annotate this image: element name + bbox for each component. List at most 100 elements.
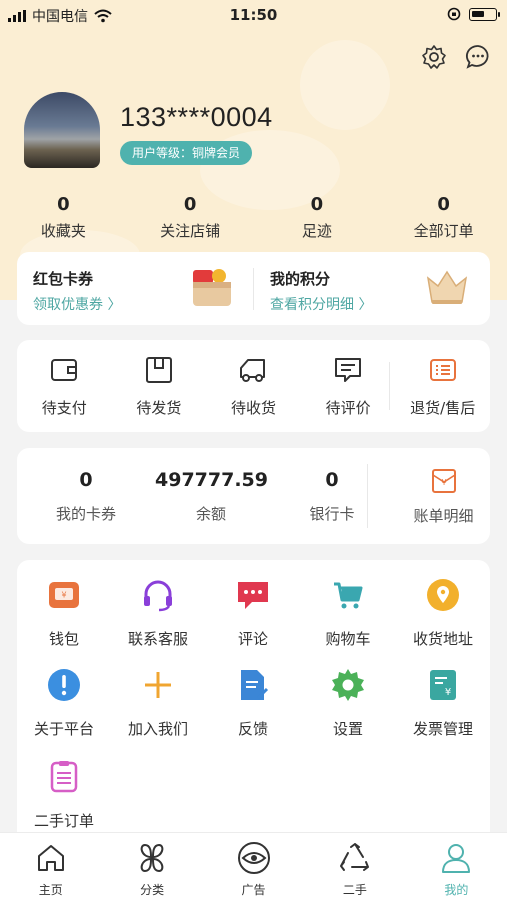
service-label: 二手订单 [33, 812, 94, 830]
bottom-tab-bar: 主页 分类 广告 二手 我的 [0, 832, 507, 900]
service-label: 评论 [237, 630, 268, 648]
home-icon [37, 845, 64, 871]
service-about[interactable]: 关于平台 [17, 668, 111, 739]
services-card: ¥ 钱包 联系客服 评论 购物车 收货地址 关于平台 加入我们 反馈 设置 ¥ … [17, 560, 490, 850]
stats-row: 0 收藏夹 0 关注店铺 0 足迹 0 全部订单 [0, 194, 507, 241]
promo-card: 红包卡券 领取优惠券 〉 我的积分 查看积分明细 〉 [17, 252, 490, 325]
purse-icon: ¥ [49, 582, 79, 608]
tab-label: 分类 [140, 883, 165, 897]
package-icon [145, 356, 172, 383]
stat-value: 0 [57, 194, 70, 215]
message-icon[interactable] [465, 44, 491, 70]
stat-label: 关注店铺 [160, 222, 221, 240]
orientation-lock-icon [447, 7, 461, 21]
battery-icon [469, 7, 500, 21]
wallet-icon [51, 358, 78, 381]
user-phone: 133****0004 [120, 102, 273, 132]
service-label: 联系客服 [127, 630, 188, 648]
bank-cards[interactable]: 0 银行卡 [267, 469, 397, 524]
service-label: 关于平台 [33, 720, 94, 738]
profile-icon [442, 844, 471, 873]
balance[interactable]: 497777.59 余额 [155, 469, 268, 524]
plus-icon [145, 672, 171, 698]
location-icon [427, 579, 459, 611]
tab-home[interactable]: 主页 [0, 833, 101, 900]
bill-label: 账单明细 [413, 506, 474, 525]
stat-label: 全部订单 [413, 222, 474, 240]
red-envelope-icon [193, 269, 231, 306]
bill-icon: ¥ [431, 468, 456, 493]
cart-icon [334, 582, 363, 609]
tab-mine[interactable]: 我的 [406, 833, 507, 900]
truck-icon [240, 358, 266, 382]
tab-label: 我的 [444, 883, 469, 897]
service-label: 发票管理 [412, 720, 473, 738]
wallet-card: 0 我的卡券 497777.59 余额 0 银行卡 ¥ 账单明细 [17, 448, 490, 544]
svg-text:¥: ¥ [441, 478, 446, 487]
service-label: 收货地址 [412, 630, 473, 648]
order-label: 待支付 [41, 398, 87, 417]
order-pending-payment[interactable]: 待支付 [17, 355, 112, 418]
service-wallet[interactable]: ¥ 钱包 [17, 578, 111, 649]
bank-value: 0 [325, 468, 339, 491]
tab-ads[interactable]: 广告 [203, 833, 304, 900]
tab-secondhand[interactable]: 二手 [304, 833, 405, 900]
service-label: 设置 [332, 720, 363, 738]
ad-eye-icon [237, 842, 270, 874]
points-link[interactable]: 查看积分明细 〉 [270, 294, 372, 314]
svg-text:¥: ¥ [61, 591, 66, 600]
balance-label: 余额 [195, 504, 226, 523]
recycle-icon [339, 843, 369, 871]
service-label: 反馈 [237, 720, 268, 738]
tab-label: 广告 [241, 883, 266, 897]
tab-label: 主页 [38, 883, 63, 897]
order-label: 退货/售后 [410, 398, 476, 417]
invoice-icon: ¥ [430, 670, 456, 700]
tab-category[interactable]: 分类 [101, 833, 202, 900]
service-settings[interactable]: 设置 [301, 668, 395, 739]
bank-label: 银行卡 [309, 504, 355, 523]
service-contact-support[interactable]: 联系客服 [111, 578, 205, 649]
settings-icon[interactable] [421, 44, 447, 70]
points-entry[interactable]: 我的积分 查看积分明细 〉 [254, 252, 490, 325]
stat-followed-shops[interactable]: 0 关注店铺 [127, 194, 254, 241]
status-bar: 中国电信 11:50 [0, 0, 507, 30]
stat-favorites[interactable]: 0 收藏夹 [0, 194, 127, 241]
return-icon [429, 358, 456, 381]
service-comments[interactable]: 评论 [206, 578, 300, 649]
service-invoice[interactable]: ¥ 发票管理 [396, 668, 490, 739]
orders-card: 待支付 待发货 待收货 待评价 退货/售后 [17, 340, 490, 432]
coupon-link[interactable]: 领取优惠券 〉 [33, 294, 121, 314]
comment-icon [335, 357, 362, 382]
info-icon [48, 669, 80, 701]
service-label: 加入我们 [127, 720, 188, 738]
category-icon [140, 843, 164, 873]
bill-details[interactable]: ¥ 账单明细 [397, 467, 490, 526]
service-join-us[interactable]: 加入我们 [111, 668, 205, 739]
secondhand-order-icon [50, 761, 78, 793]
points-title: 我的积分 [270, 270, 331, 288]
order-return-aftersale[interactable]: 退货/售后 [395, 355, 490, 418]
gear-icon [332, 669, 364, 701]
status-time: 11:50 [229, 6, 278, 24]
my-cards[interactable]: 0 我的卡券 [17, 469, 155, 524]
order-pending-shipment[interactable]: 待发货 [112, 355, 207, 418]
stat-footprints[interactable]: 0 足迹 [254, 194, 381, 241]
stat-all-orders[interactable]: 0 全部订单 [380, 194, 507, 241]
stat-value: 0 [310, 194, 324, 215]
service-cart[interactable]: 购物车 [301, 578, 395, 649]
service-feedback[interactable]: 反馈 [206, 668, 300, 739]
user-level-badge: 用户等级：铜牌会员 [120, 141, 253, 165]
service-address[interactable]: 收货地址 [396, 578, 490, 649]
coupon-entry[interactable]: 红包卡券 领取优惠券 〉 [17, 252, 253, 325]
stat-label: 足迹 [301, 222, 332, 240]
feedback-icon [241, 670, 269, 700]
chat-icon [238, 582, 268, 609]
stat-label: 收藏夹 [40, 222, 86, 240]
service-secondhand-orders[interactable]: 二手订单 [17, 760, 111, 831]
avatar[interactable] [24, 92, 100, 168]
order-pending-review[interactable]: 待评价 [301, 355, 396, 418]
tab-label: 二手 [342, 883, 367, 897]
order-pending-receipt[interactable]: 待收货 [206, 355, 301, 418]
order-label: 待收货 [230, 398, 276, 417]
